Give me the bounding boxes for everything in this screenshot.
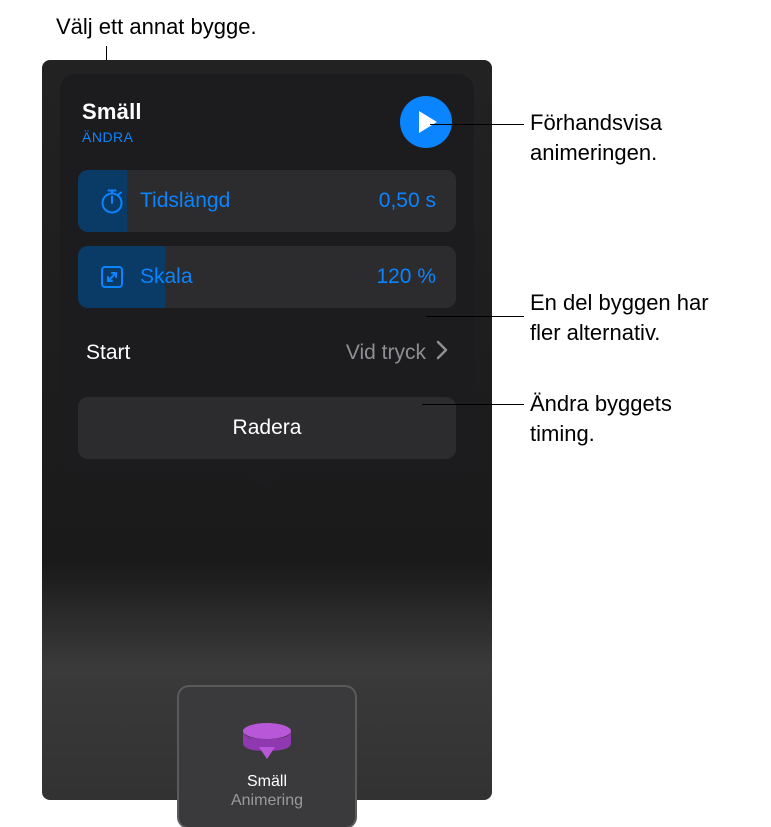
start-label: Start [86,341,346,365]
callout-line [426,316,524,317]
play-icon [419,111,437,133]
callout-line [430,124,524,125]
thumbnail-subtitle: Animering [231,792,303,810]
callout-choose-build: Välj ett annat bygge. [56,12,257,42]
shape-icon [239,717,295,759]
duration-label: Tidslängd [140,189,379,213]
scale-icon [98,263,126,291]
callout-options: En del byggen har fler alternativ. [530,288,709,347]
scale-value: 120 % [376,265,436,289]
popover-tail [249,475,285,491]
change-link[interactable]: ÄNDRA [82,129,142,145]
animation-thumbnail-card[interactable]: Smäll Animering [179,687,355,827]
duration-value: 0,50 s [379,189,436,213]
header-text: Smäll ÄNDRA [82,99,142,145]
stopwatch-icon [98,187,126,215]
delete-button[interactable]: Radera [78,397,456,459]
outer-container: Smäll ÄNDRA Tidslän [42,60,492,800]
start-row[interactable]: Start Vid tryck [78,322,456,383]
scale-row[interactable]: Skala 120 % [78,246,456,308]
animation-popover: Smäll ÄNDRA Tidslän [60,74,474,477]
callout-line [422,404,524,405]
callout-timing: Ändra byggets timing. [530,389,672,448]
preview-play-button[interactable] [400,96,452,148]
start-value: Vid tryck [346,341,426,365]
animation-title: Smäll [82,99,142,125]
thumbnail-title: Smäll [247,773,287,791]
chevron-right-icon [436,340,448,365]
callout-preview: Förhandsvisa animeringen. [530,108,662,167]
popover-header: Smäll ÄNDRA [78,96,456,148]
duration-row[interactable]: Tidslängd 0,50 s [78,170,456,232]
scale-label: Skala [140,265,376,289]
